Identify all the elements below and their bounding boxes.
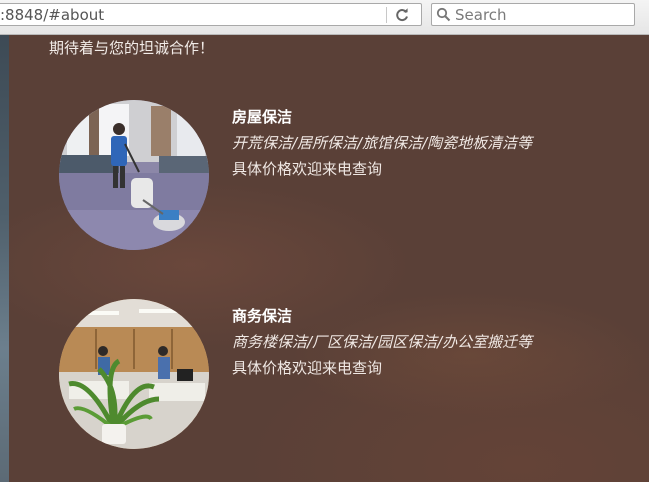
search-bar[interactable]: Search <box>431 3 635 26</box>
left-edge-image <box>0 35 9 482</box>
service-price-note: 具体价格欢迎来电查询 <box>232 359 383 377</box>
url-bar[interactable]: :8848/#about <box>0 3 422 26</box>
search-icon[interactable] <box>436 7 451 22</box>
browser-toolbar: :8848/#about Search <box>0 0 649 35</box>
service-price-note: 具体价格欢迎来电查询 <box>232 160 383 178</box>
url-text[interactable]: :8848/#about <box>0 6 104 24</box>
service-title: 房屋保洁 <box>232 108 293 126</box>
about-section: 期待着与您的坦诚合作！ 房屋保洁 开荒保洁/居所保洁/旅馆保洁/陶瓷地板清洁等 … <box>0 35 649 482</box>
office-cleaning-photo <box>59 299 209 449</box>
service-items: 开荒保洁/居所保洁/旅馆保洁/陶瓷地板清洁等 <box>232 134 533 152</box>
service-title: 商务保洁 <box>232 307 293 325</box>
house-cleaning-photo <box>59 100 209 250</box>
search-input[interactable]: Search <box>455 6 507 24</box>
url-separator <box>386 7 387 23</box>
reload-icon[interactable] <box>394 7 410 23</box>
intro-text: 期待着与您的坦诚合作！ <box>49 39 215 57</box>
service-items: 商务楼保洁/厂区保洁/园区保洁/办公室搬迁等 <box>232 333 533 351</box>
